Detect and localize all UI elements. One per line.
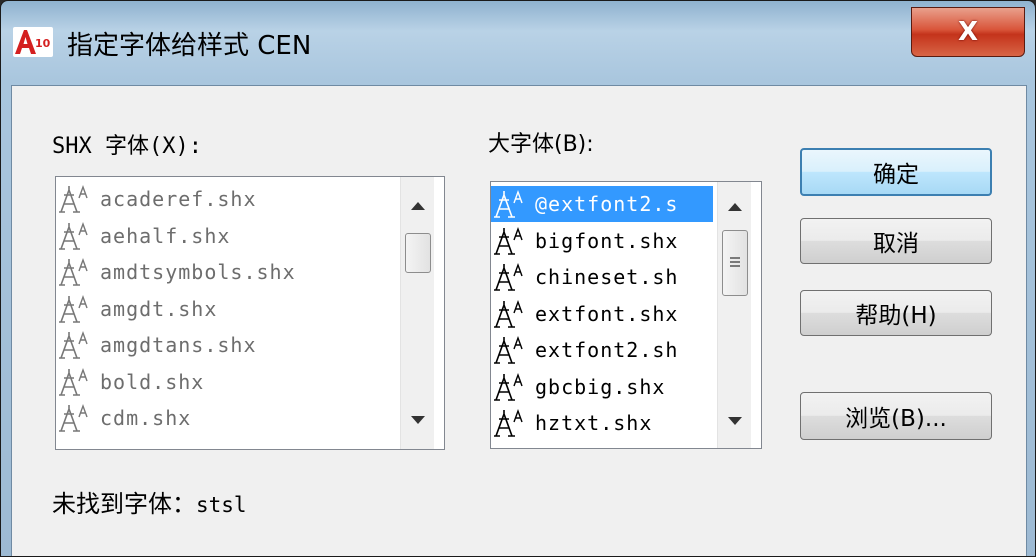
font-file-icon xyxy=(59,184,88,213)
font-list-item[interactable]: bigfont.shx xyxy=(491,223,713,259)
big-font-label: 大字体(B): xyxy=(488,132,594,157)
font-list-item-label: extfont.shx xyxy=(535,301,679,326)
scroll-down-icon[interactable] xyxy=(718,404,752,438)
font-list-item-label: extfont2.sh xyxy=(535,338,679,362)
big-font-listbox[interactable]: @extfont2.s bigfont.shx chineset.sh extfont… xyxy=(490,181,762,449)
shx-font-label: SHX 字体(X): xyxy=(52,134,202,159)
font-list-item[interactable]: cdm.shx xyxy=(56,400,396,436)
font-file-icon xyxy=(494,372,523,401)
close-button[interactable]: X xyxy=(911,7,1025,57)
font-list-item-label: bigfont.shx xyxy=(535,228,679,253)
font-file-icon xyxy=(59,330,88,359)
font-file-icon xyxy=(59,221,88,250)
shx-font-listbox[interactable]: acaderef.shx aehalf.shx amdtsymbols.shx amg… xyxy=(55,176,445,450)
font-file-icon xyxy=(494,189,523,218)
font-file-icon xyxy=(59,367,88,396)
font-list-item[interactable]: bold.shx xyxy=(56,364,396,400)
help-button[interactable]: 帮助(H) xyxy=(800,290,992,336)
font-list-item-label: gbcbig.shx xyxy=(535,374,666,399)
font-file-icon xyxy=(59,257,88,286)
font-file-icon xyxy=(494,335,523,364)
scroll-thumb[interactable] xyxy=(405,233,431,273)
status-message: 未找到字体：stsl xyxy=(52,484,247,519)
scroll-down-icon[interactable] xyxy=(401,403,435,437)
font-file-icon xyxy=(494,408,523,437)
close-icon: X xyxy=(957,17,979,47)
scroll-thumb[interactable] xyxy=(722,230,748,296)
font-file-icon xyxy=(59,294,88,323)
font-file-icon xyxy=(494,226,523,255)
font-list-item[interactable]: extfont.shx xyxy=(491,296,713,332)
font-list-item[interactable]: amdtsymbols.shx xyxy=(56,254,396,290)
font-file-icon xyxy=(494,262,523,291)
big-font-scrollbar[interactable] xyxy=(717,182,751,448)
font-list-item-label: amgdtans.shx xyxy=(100,333,257,357)
cancel-button[interactable]: 取消 xyxy=(800,218,992,264)
font-not-found-label: 未找到字体： xyxy=(52,490,196,518)
font-list-item[interactable]: amgdtans.shx xyxy=(56,327,396,363)
font-list-item[interactable]: acaderef.shx xyxy=(56,181,396,217)
font-list-item-label: cdm.shx xyxy=(100,406,192,430)
font-list-item-label: hztxt.shx xyxy=(535,411,653,435)
window-title: 指定字体给样式 CEN xyxy=(67,31,312,61)
font-list-item[interactable]: @extfont2.s xyxy=(491,186,713,222)
font-list-item[interactable]: amgdt.shx xyxy=(56,291,396,327)
font-list-item[interactable]: chineset.sh xyxy=(491,259,713,295)
browse-button[interactable]: 浏览(B)... xyxy=(800,392,992,440)
scroll-up-icon[interactable] xyxy=(718,190,752,224)
font-list-item[interactable]: gbcbig.shx xyxy=(491,369,713,405)
font-list-item-label: acaderef.shx xyxy=(100,187,257,211)
autocad-app-icon: 10 xyxy=(13,27,53,57)
title-bar[interactable]: 10 指定字体给样式 CEN X xyxy=(1,1,1035,85)
font-list-item-label: chineset.sh xyxy=(535,265,679,289)
font-list-item-label: aehalf.shx xyxy=(100,223,231,248)
ok-button[interactable]: 确定 xyxy=(800,148,992,196)
font-file-icon xyxy=(59,403,88,432)
thumb-grip-icon xyxy=(730,257,740,267)
font-list-item-label: amgdt.shx xyxy=(100,296,218,321)
font-file-icon xyxy=(494,299,523,328)
scroll-up-icon[interactable] xyxy=(401,189,435,223)
svg-text:10: 10 xyxy=(35,37,51,50)
font-list-item-label: amdtsymbols.shx xyxy=(100,260,296,284)
font-list-item[interactable]: aehalf.shx xyxy=(56,218,396,254)
font-list-item[interactable]: extfont2.sh xyxy=(491,332,713,368)
dialog-window: 10 指定字体给样式 CEN X SHX 字体(X): 大字体(B): acad… xyxy=(0,0,1036,557)
font-list-item-label: @extfont2.s xyxy=(535,192,679,216)
shx-font-scrollbar[interactable] xyxy=(400,177,434,449)
missing-font-name: stsl xyxy=(196,493,247,517)
font-list-item-label: bold.shx xyxy=(100,369,205,394)
font-list-item[interactable]: hztxt.shx xyxy=(491,405,713,441)
dialog-client-area: SHX 字体(X): 大字体(B): acaderef.shx aehalf.sh… xyxy=(11,85,1027,556)
